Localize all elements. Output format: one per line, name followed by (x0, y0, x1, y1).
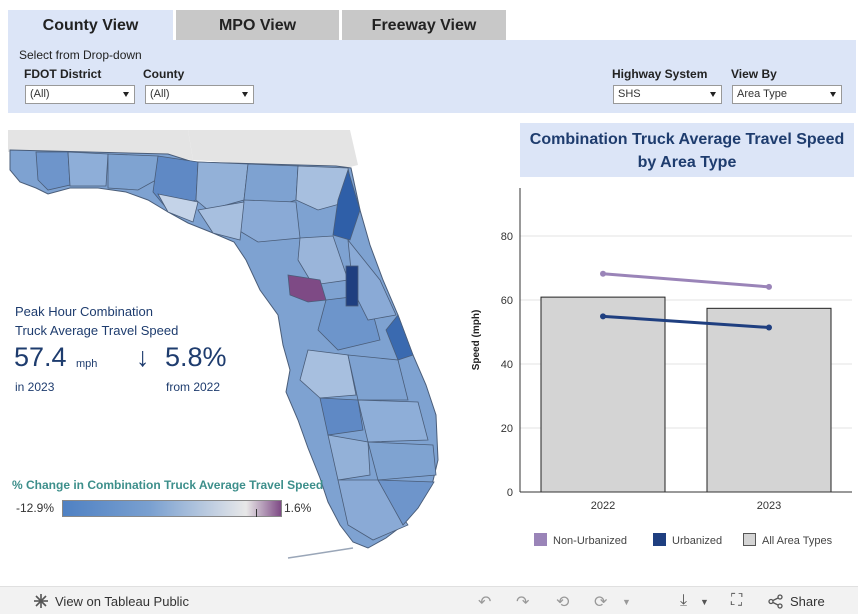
legend-label: Urbanized (672, 535, 723, 547)
chevron-down-icon[interactable]: ▼ (622, 597, 631, 607)
florida-keys (287, 547, 354, 559)
y-tick-label: 0 (507, 487, 513, 499)
chevron-down-icon (830, 92, 836, 97)
fdot-district-value: (All) (30, 88, 50, 100)
kpi-change-value: 5.8% (165, 342, 227, 372)
bar-all-area-types[interactable] (706, 307, 832, 493)
y-axis-label: Speed (mph) (471, 310, 482, 371)
view-by-value: Area Type (737, 88, 787, 100)
legend-swatch (653, 533, 666, 546)
kpi-speed-value: 57.4 (14, 342, 67, 372)
fullscreen-icon[interactable]: ⛶ (731, 592, 742, 610)
kpi-year-text: in 2023 (15, 380, 55, 394)
tableau-toolbar: View on Tableau Public ↶ ↷ ⟲ ⟳ ▼ ⤓ ▼ ⛶ S… (0, 586, 858, 614)
chevron-down-icon (710, 92, 716, 97)
point-urbanized[interactable] (600, 313, 606, 320)
kpi-change-text: from 2022 (166, 380, 221, 394)
chevron-down-icon[interactable]: ▼ (700, 597, 709, 607)
view-by-label: View By (731, 67, 777, 81)
chevron-down-icon (242, 92, 248, 97)
line-non-urbanized[interactable] (602, 272, 770, 289)
map-legend-max: 1.6% (284, 501, 312, 515)
kpi-label-line2: Truck Average Travel Speed (15, 323, 179, 338)
color-scale-bar (62, 500, 282, 517)
tab-freeway-view[interactable]: Freeway View (342, 10, 506, 40)
legend-label: Non-Urbanized (553, 535, 627, 547)
county-label: County (143, 67, 185, 81)
chevron-down-icon (123, 92, 129, 97)
legend-item-urbanized[interactable]: Urbanized (653, 533, 722, 547)
legend-label: All Area Types (762, 535, 833, 547)
refresh-icon[interactable]: ⟳ (594, 592, 607, 612)
x-tick-label: 2022 (591, 500, 615, 512)
chart-title-panel: Combination Truck Average Travel Speed b… (520, 123, 854, 177)
tab-county-view[interactable]: County View (8, 10, 173, 40)
y-tick-label: 20 (501, 423, 513, 435)
legend-swatch (743, 533, 756, 546)
x-axis-ticks: 2022 2023 (591, 500, 781, 512)
undo-icon[interactable]: ↶ (478, 592, 491, 612)
fdot-district-label: FDOT District (24, 67, 102, 81)
legend-item-all-area-types[interactable]: All Area Types (743, 533, 832, 547)
bar-series[interactable] (540, 296, 832, 493)
highway-system-value: SHS (618, 88, 641, 100)
revert-icon[interactable]: ⟲ (556, 592, 569, 612)
view-by-select[interactable]: Area Type (732, 85, 842, 104)
down-arrow-icon: ↓ (136, 342, 150, 372)
y-tick-label: 60 (501, 295, 513, 307)
highway-system-label: Highway System (612, 67, 708, 81)
map-legend-min: -12.9% (16, 501, 55, 515)
map-legend-title: % Change in Combination Truck Average Tr… (12, 478, 324, 492)
redo-icon[interactable]: ↷ (516, 592, 529, 612)
x-tick-label: 2023 (757, 500, 781, 512)
tab-mpo-view[interactable]: MPO View (176, 10, 339, 40)
chart-title: Combination Truck Average Travel Speed b… (529, 131, 845, 171)
bar-all-area-types[interactable] (540, 296, 666, 493)
point-urbanized[interactable] (766, 324, 772, 331)
scale-zero-tick (256, 509, 257, 517)
legend-item-non-urbanized[interactable]: Non-Urbanized (534, 533, 627, 547)
y-axis-ticks: 0 20 40 60 80 (501, 231, 513, 499)
kpi-label-line1: Peak Hour Combination (15, 304, 154, 319)
share-button[interactable]: Share (790, 594, 825, 609)
speed-by-area-type-chart[interactable]: Speed (mph) 0 20 40 60 80 2022 2023 (460, 180, 858, 520)
kpi-speed-unit: mph (76, 358, 98, 370)
download-icon[interactable]: ⤓ (680, 592, 687, 610)
y-tick-label: 40 (501, 359, 513, 371)
filter-panel-title: Select from Drop-down (19, 48, 142, 62)
y-tick-label: 80 (501, 231, 513, 243)
point-non-urbanized[interactable] (766, 283, 772, 290)
county-value: (All) (150, 88, 170, 100)
point-non-urbanized[interactable] (600, 270, 606, 277)
legend-swatch (534, 533, 547, 546)
filter-panel: Select from Drop-down FDOT District (All… (8, 40, 856, 113)
county-duval[interactable] (345, 265, 359, 307)
share-icon[interactable] (768, 594, 783, 609)
county-select[interactable]: (All) (145, 85, 254, 104)
chart-legend: Non-Urbanized Urbanized All Area Types (530, 533, 858, 549)
highway-system-select[interactable]: SHS (613, 85, 722, 104)
fdot-district-select[interactable]: (All) (25, 85, 135, 104)
view-on-tableau-link[interactable]: View on Tableau Public (55, 594, 189, 609)
tableau-logo-icon (34, 594, 48, 608)
